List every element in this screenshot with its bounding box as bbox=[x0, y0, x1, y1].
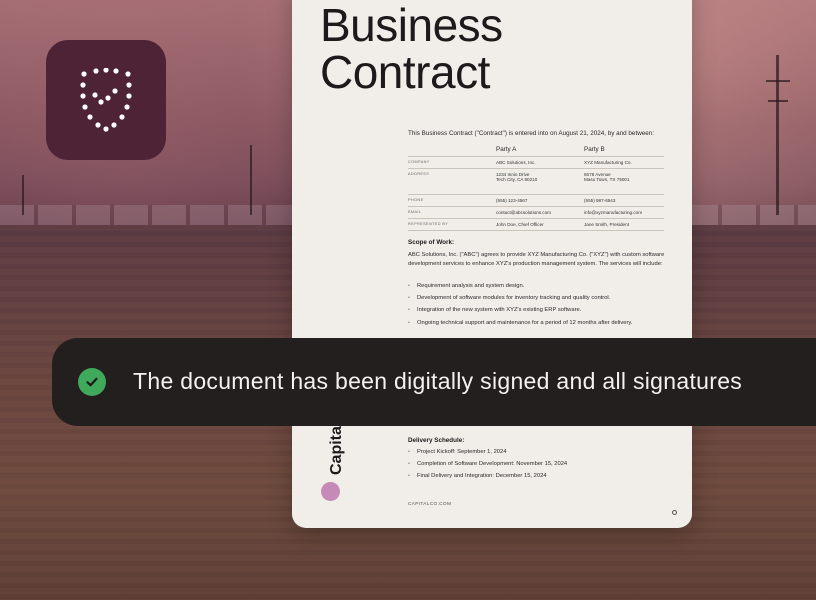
row-label: ADDRESS bbox=[408, 172, 430, 176]
list-item: Integration of the new system with XYZ's… bbox=[408, 307, 668, 319]
signature-toast: The document has been digitally signed a… bbox=[52, 338, 816, 426]
footer-circle-icon bbox=[672, 510, 677, 515]
party-a-header: Party A bbox=[496, 146, 517, 153]
table-row: ADDRESS 1234 Innio Drive Tech City, CA 9… bbox=[408, 168, 664, 194]
title-line-2: Contract bbox=[320, 46, 490, 98]
scope-paragraph: ABC Solutions, Inc. ("ABC") agrees to pr… bbox=[408, 252, 665, 268]
list-item: Ongoing technical support and maintenanc… bbox=[408, 320, 668, 332]
utility-pole bbox=[768, 100, 788, 102]
party-a-value: 1234 Innio Drive Tech City, CA 90210 bbox=[496, 172, 538, 182]
party-b-value: (555) 987-6543 bbox=[584, 198, 616, 203]
footer-url: CAPITALCO.COM bbox=[408, 502, 452, 507]
list-item: Project Kickoff: September 1, 2024 bbox=[408, 449, 668, 461]
title-line-1: Business bbox=[320, 0, 503, 51]
party-a-value: (555) 123-4567 bbox=[496, 198, 528, 203]
document-title: Business Contract bbox=[320, 2, 503, 96]
delivery-list: Project Kickoff: September 1, 2024 Compl… bbox=[408, 449, 668, 486]
delivery-heading: Delivery Schedule: bbox=[408, 437, 465, 444]
shield-check-icon bbox=[80, 68, 132, 132]
party-a-value: contact@abcsolutions.com bbox=[496, 210, 551, 215]
table-row: COMPANY ABC Solutions, Inc. XYZ Manufact… bbox=[408, 156, 664, 168]
table-row: REPRESENTED BY John Doe, Chief Officer J… bbox=[408, 218, 664, 231]
scope-heading: Scope of Work: bbox=[408, 239, 455, 246]
party-b-value: info@xyzmanufacturing.com bbox=[584, 210, 643, 215]
row-label: PHONE bbox=[408, 198, 424, 202]
app-icon[interactable] bbox=[46, 40, 166, 160]
check-circle-icon bbox=[78, 368, 106, 396]
party-a-value: ABC Solutions, Inc. bbox=[496, 160, 536, 165]
list-item: Development of software modules for inve… bbox=[408, 295, 668, 307]
scope-list: Requirement analysis and system design. … bbox=[408, 283, 668, 332]
party-b-value: XYZ Manufacturing Co. bbox=[584, 160, 632, 165]
table-row: PHONE (555) 123-4567 (555) 987-6543 bbox=[408, 194, 664, 206]
party-b-value: 5678 Avenue Masu Town, TX 75001 bbox=[584, 172, 630, 182]
intro-text: This Business Contract ("Contract") is e… bbox=[408, 130, 654, 137]
party-a-value: John Doe, Chief Officer bbox=[496, 222, 544, 227]
row-label: REPRESENTED BY bbox=[408, 222, 449, 226]
list-item: Completion of Software Development: Nove… bbox=[408, 461, 668, 473]
utility-pole bbox=[250, 145, 252, 215]
list-item: Requirement analysis and system design. bbox=[408, 283, 668, 295]
utility-pole bbox=[22, 175, 24, 215]
party-info-table: COMPANY ABC Solutions, Inc. XYZ Manufact… bbox=[408, 156, 664, 231]
party-b-value: Jane Smith, President bbox=[584, 222, 629, 227]
utility-pole bbox=[776, 55, 779, 215]
toast-message: The document has been digitally signed a… bbox=[133, 368, 743, 394]
row-label: COMPANY bbox=[408, 160, 430, 164]
table-row: EMAIL contact@abcsolutions.com info@xyzm… bbox=[408, 206, 664, 218]
party-b-header: Party B bbox=[584, 146, 605, 153]
brand-logo-dot bbox=[321, 482, 340, 501]
row-label: EMAIL bbox=[408, 210, 422, 214]
brand-name: Capital bbox=[328, 421, 345, 475]
contract-document: Business Contract This Business Contract… bbox=[292, 0, 692, 528]
list-item: Final Delivery and Integration: December… bbox=[408, 473, 668, 485]
utility-pole bbox=[766, 80, 790, 82]
